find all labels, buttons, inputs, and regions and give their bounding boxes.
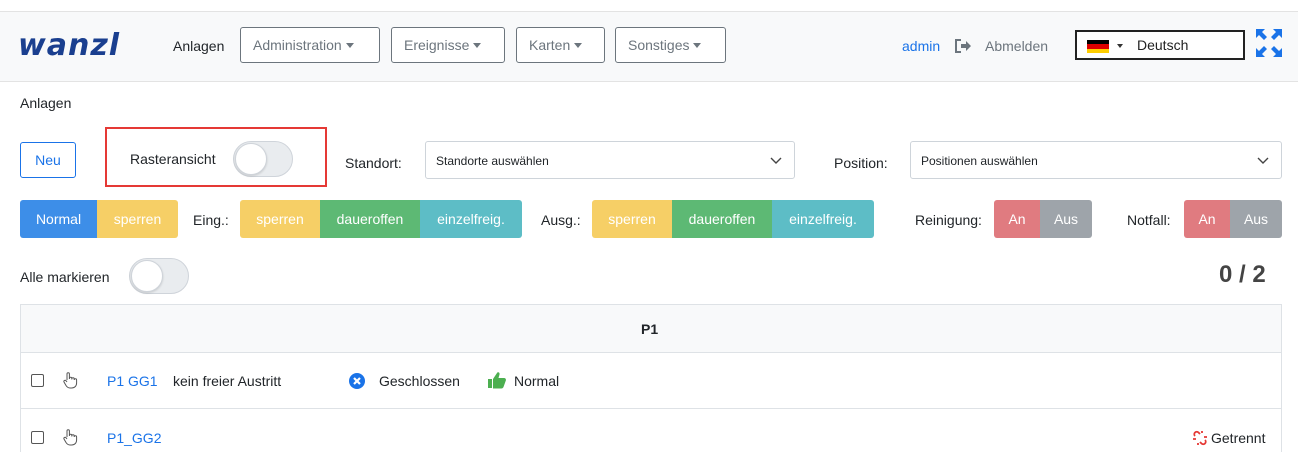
device-info: kein freier Austritt xyxy=(173,373,282,389)
german-flag-icon xyxy=(1087,40,1109,53)
page-title: Anlagen xyxy=(20,95,72,111)
language-select[interactable]: Deutsch xyxy=(1075,30,1245,60)
exit-lock-button[interactable]: sperren xyxy=(592,200,672,238)
chevron-down-icon xyxy=(574,43,583,48)
sign-out-icon[interactable] xyxy=(953,37,973,55)
raster-view-label: Rasteransicht xyxy=(130,151,216,167)
mode-sperren-button[interactable]: sperren xyxy=(97,200,178,238)
standort-select[interactable]: Standorte auswählen xyxy=(425,141,795,179)
table-row: P1_GG2 Getrennt xyxy=(21,409,1281,452)
top-navbar: wanzl Anlagen Administration Ereignisse … xyxy=(0,11,1298,82)
nav-karten-dropdown[interactable]: Karten xyxy=(516,27,605,63)
standort-label: Standort: xyxy=(345,155,402,171)
nav-administration-label: Administration xyxy=(253,37,342,53)
nav-sonstiges-label: Sonstiges xyxy=(628,37,690,53)
select-all-toggle[interactable] xyxy=(129,258,189,294)
emergency-on-button[interactable]: An xyxy=(1184,200,1230,238)
cleaning-on-button[interactable]: An xyxy=(994,200,1040,238)
hand-pointer-icon[interactable] xyxy=(61,371,79,389)
nav-ereignisse-dropdown[interactable]: Ereignisse xyxy=(391,27,505,63)
entry-single-release-button[interactable]: einzelfreig. xyxy=(420,200,522,238)
exit-permanent-open-button[interactable]: daueroffen xyxy=(672,200,772,238)
door-status: Geschlossen xyxy=(379,373,460,389)
toggle-knob xyxy=(235,143,267,175)
entry-label: Eing.: xyxy=(193,212,229,228)
broken-link-icon xyxy=(1193,430,1207,446)
emergency-label: Notfall: xyxy=(1127,212,1171,228)
position-select[interactable]: Positionen auswählen xyxy=(910,141,1282,179)
chevron-down-icon xyxy=(693,43,702,48)
nav-sonstiges-dropdown[interactable]: Sonstiges xyxy=(615,27,726,63)
exit-label: Ausg.: xyxy=(541,212,581,228)
cleaning-label: Reinigung: xyxy=(915,212,982,228)
device-link[interactable]: P1_GG2 xyxy=(107,430,161,446)
toggle-knob xyxy=(131,260,163,292)
nav-karten-label: Karten xyxy=(529,37,571,53)
entry-permanent-open-button[interactable]: daueroffen xyxy=(320,200,420,238)
select-all-label: Alle markieren xyxy=(20,269,110,285)
fullscreen-icon[interactable] xyxy=(1255,28,1283,58)
row-checkbox[interactable] xyxy=(31,374,44,387)
hand-pointer-icon[interactable] xyxy=(61,428,79,446)
chevron-down-icon xyxy=(1117,44,1123,48)
logout-link[interactable]: Abmelden xyxy=(985,38,1048,54)
table-row: P1 GG1 kein freier Austritt Geschlossen … xyxy=(21,353,1281,409)
standort-placeholder: Standorte auswählen xyxy=(436,154,549,168)
page: wanzl Anlagen Administration Ereignisse … xyxy=(0,0,1298,452)
nav-administration-dropdown[interactable]: Administration xyxy=(240,27,380,63)
exit-single-release-button[interactable]: einzelfreig. xyxy=(772,200,874,238)
nav-anlagen-link[interactable]: Anlagen xyxy=(173,38,224,54)
closed-x-circle-icon xyxy=(349,373,365,389)
devices-table: P1 P1 GG1 kein freier Austritt Geschloss… xyxy=(20,304,1282,452)
thumbs-up-icon xyxy=(488,372,506,389)
chevron-down-icon xyxy=(473,43,482,48)
mode-status: Normal xyxy=(514,373,560,389)
table-group-header: P1 xyxy=(21,305,1281,353)
device-link[interactable]: P1 GG1 xyxy=(107,373,158,389)
raster-view-toggle[interactable] xyxy=(233,141,293,177)
nav-ereignisse-label: Ereignisse xyxy=(404,37,470,53)
new-button[interactable]: Neu xyxy=(20,142,76,178)
group-header-label: P1 xyxy=(641,321,659,337)
selection-counter: 0 / 2 xyxy=(1219,261,1266,288)
entry-lock-button[interactable]: sperren xyxy=(240,200,320,238)
mode-normal-button[interactable]: Normal xyxy=(20,200,97,238)
chevron-down-icon xyxy=(770,157,782,164)
chevron-down-icon xyxy=(1257,157,1269,164)
emergency-off-button[interactable]: Aus xyxy=(1230,200,1282,238)
language-label: Deutsch xyxy=(1137,37,1189,53)
user-admin-link[interactable]: admin xyxy=(902,38,940,54)
cleaning-off-button[interactable]: Aus xyxy=(1040,200,1092,238)
wanzl-logo[interactable]: wanzl xyxy=(18,30,120,62)
position-placeholder: Positionen auswählen xyxy=(921,154,1038,168)
row-checkbox[interactable] xyxy=(31,431,44,444)
connection-status: Getrennt xyxy=(1211,430,1266,446)
chevron-down-icon xyxy=(345,43,354,48)
position-label: Position: xyxy=(834,155,888,171)
